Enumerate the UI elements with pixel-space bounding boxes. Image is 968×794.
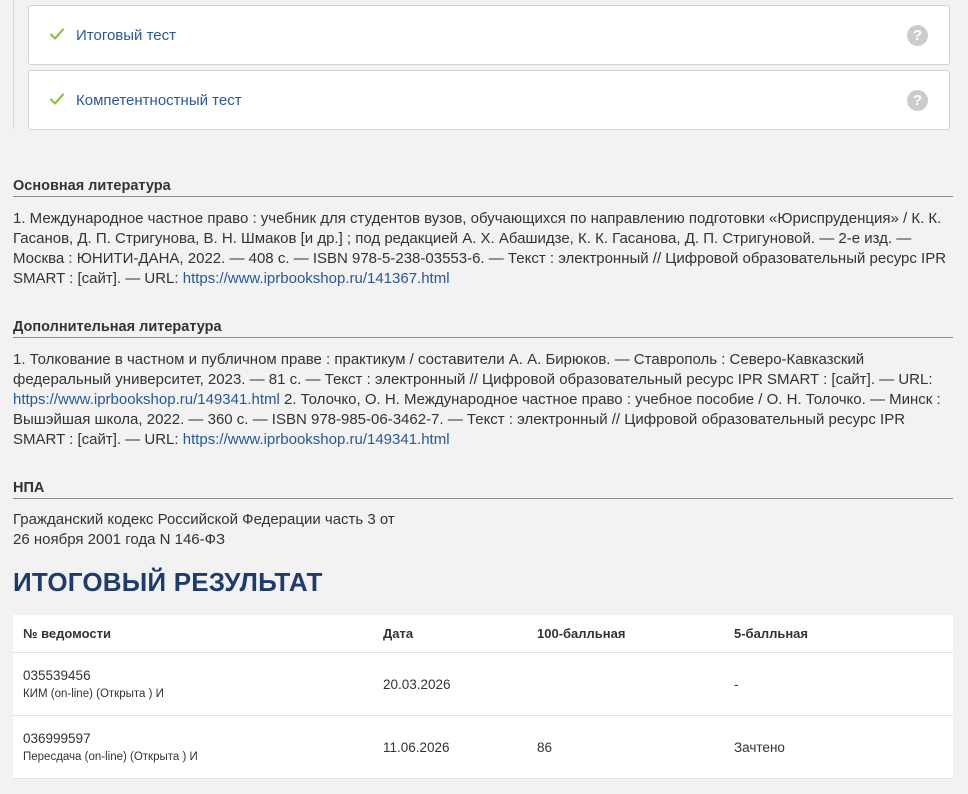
additional-literature-section: Дополнительная литература 1. Толкование … [13, 318, 953, 450]
column-header-number: № ведомости [13, 615, 373, 653]
check-icon [49, 28, 65, 40]
statement-type: КИМ (on-line) (Открыта ) И [23, 688, 164, 700]
statement-cell: 036999597 Пересдача (on-line) (Открыта )… [13, 715, 373, 779]
table-row: 035539456 КИМ (on-line) (Открыта ) И 20.… [13, 652, 953, 716]
additional-literature-text: 1. Толкование в частном и публичном прав… [13, 350, 953, 450]
test-link-competence[interactable]: Компетентностный тест [76, 71, 242, 131]
score5-cell: Зачтено [724, 715, 953, 779]
score5-cell: - [724, 652, 953, 716]
npa-section: НПА Гражданский кодекс Российской Федера… [13, 479, 953, 550]
final-result-title: ИТОГОВЫЙ РЕЗУЛЬТАТ [13, 567, 323, 597]
left-border-line [13, 0, 14, 129]
test-item-final[interactable]: Итоговый тест ? [28, 5, 950, 65]
statement-number: 035539456 [23, 668, 91, 683]
main-literature-text: 1. Международное частное право : учебник… [13, 209, 953, 289]
column-header-score100: 100-балльная [527, 615, 724, 653]
npa-line-2: 26 ноября 2001 года N 146-ФЗ [13, 531, 226, 548]
additional-literature-link-1[interactable]: https://www.iprbookshop.ru/149341.html [13, 391, 280, 408]
statement-type: Пересдача (on-line) (Открыта ) И [23, 751, 198, 763]
help-icon[interactable]: ? [907, 25, 928, 46]
main-literature-heading: Основная литература [13, 177, 953, 197]
help-icon[interactable]: ? [907, 90, 928, 111]
statement-cell: 035539456 КИМ (on-line) (Открыта ) И [13, 652, 373, 716]
table-row: 036999597 Пересдача (on-line) (Открыта )… [13, 715, 953, 779]
test-item-competence[interactable]: Компетентностный тест ? [28, 70, 950, 130]
additional-literature-heading: Дополнительная литература [13, 318, 953, 338]
column-header-score5: 5-балльная [724, 615, 953, 653]
npa-text: Гражданский кодекс Российской Федерации … [13, 510, 953, 550]
column-header-date: Дата [373, 615, 527, 653]
npa-line-1: Гражданский кодекс Российской Федерации … [13, 511, 395, 528]
main-literature-link[interactable]: https://www.iprbookshop.ru/141367.html [183, 270, 450, 287]
check-icon [49, 93, 65, 105]
grades-table: № ведомости Дата 100-балльная 5-балльная… [13, 615, 953, 779]
date-cell: 20.03.2026 [373, 652, 527, 716]
main-literature-citation: 1. Международное частное право : учебник… [13, 210, 947, 287]
test-link-final[interactable]: Итоговый тест [76, 6, 176, 66]
additional-literature-citation-1: 1. Толкование в частном и публичном прав… [13, 351, 933, 388]
main-literature-section: Основная литература 1. Международное час… [13, 177, 953, 289]
date-cell: 11.06.2026 [373, 715, 527, 779]
score100-cell [527, 652, 724, 716]
additional-literature-link-2[interactable]: https://www.iprbookshop.ru/149341.html [183, 431, 450, 448]
npa-heading: НПА [13, 479, 953, 499]
score100-cell: 86 [527, 715, 724, 779]
table-header-row: № ведомости Дата 100-балльная 5-балльная [13, 615, 953, 653]
statement-number: 036999597 [23, 731, 91, 746]
